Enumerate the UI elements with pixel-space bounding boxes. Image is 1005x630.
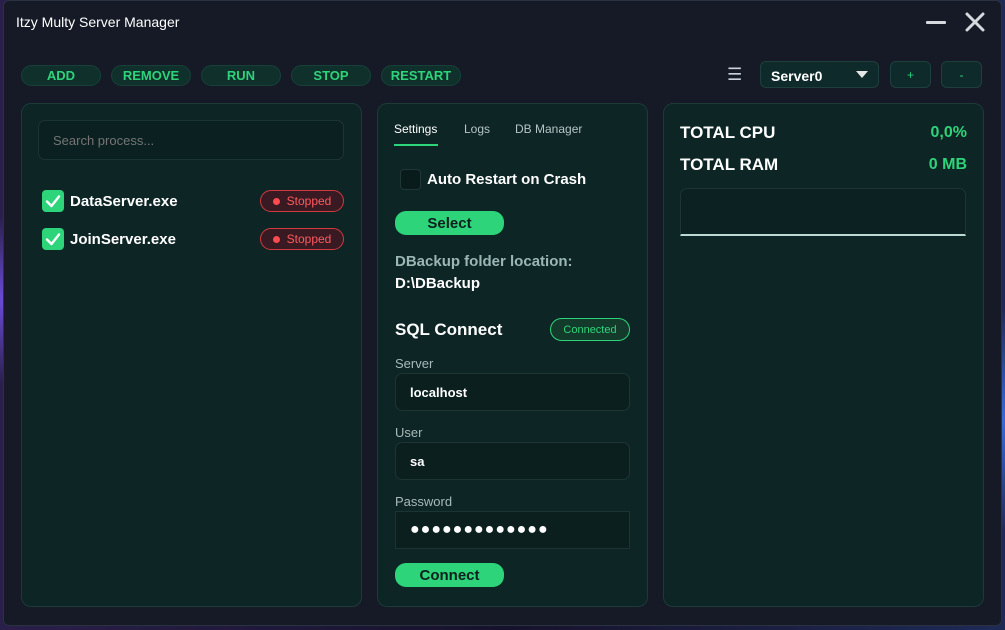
process-item: JoinServer.exe Stopped [42, 228, 348, 252]
user-field-label: User [395, 425, 423, 440]
password-field[interactable] [395, 511, 630, 549]
status-text: Stopped [286, 232, 332, 246]
dbackup-label: DBackup folder location: [395, 253, 573, 270]
server-select-value: Server0 [771, 68, 823, 84]
check-icon [45, 233, 61, 246]
window-title: Itzy Multy Server Manager [16, 14, 180, 30]
remove-server-button[interactable]: - [941, 61, 982, 88]
password-field-label: Password [395, 494, 453, 509]
process-checkbox[interactable] [42, 228, 64, 250]
status-dot-icon [272, 197, 280, 205]
auto-restart-label: Auto Restart on Crash [427, 171, 587, 188]
active-tab-indicator [394, 144, 438, 146]
process-checkbox[interactable] [42, 190, 64, 212]
menu-icon[interactable]: ☰ [727, 66, 743, 83]
check-icon [45, 195, 61, 208]
process-name: DataServer.exe [70, 193, 178, 210]
tab-db-manager[interactable]: DB Manager [515, 122, 582, 136]
select-button[interactable]: Select [395, 211, 504, 235]
stats-panel: TOTAL CPU 0,0% TOTAL RAM 0 MB [663, 103, 984, 607]
run-button[interactable]: RUN [201, 65, 281, 86]
remove-button[interactable]: REMOVE [111, 65, 191, 86]
ram-value: 0 MB [928, 156, 967, 173]
search-input[interactable] [38, 120, 344, 160]
sql-connect-title: SQL Connect [395, 320, 503, 339]
close-icon[interactable] [962, 9, 988, 35]
chevron-down-icon [856, 71, 868, 78]
app-window: Itzy Multy Server Manager ADD REMOVE RUN… [3, 0, 1002, 626]
process-panel: DataServer.exe Stopped JoinServer.exe St… [21, 103, 362, 607]
dbackup-value: D:\DBackup [395, 275, 481, 292]
add-server-button[interactable]: + [890, 61, 931, 88]
restart-button[interactable]: RESTART [381, 65, 461, 86]
cpu-label: TOTAL CPU [680, 123, 776, 142]
ram-label: TOTAL RAM [680, 155, 779, 174]
settings-panel: Settings Logs DB Manager Auto Restart on… [377, 103, 648, 607]
add-button[interactable]: ADD [21, 65, 101, 86]
user-field[interactable] [395, 442, 630, 480]
process-item: DataServer.exe Stopped [42, 190, 348, 214]
server-select[interactable]: Server0 [760, 61, 879, 88]
usage-graph [680, 188, 966, 236]
server-field-label: Server [395, 356, 434, 371]
tab-settings[interactable]: Settings [394, 122, 437, 136]
stop-button[interactable]: STOP [291, 65, 371, 86]
status-badge: Stopped [260, 228, 344, 250]
connection-status-badge: Connected [550, 318, 630, 341]
minimize-icon[interactable] [926, 13, 946, 33]
process-name: JoinServer.exe [70, 231, 176, 248]
tab-logs[interactable]: Logs [464, 122, 490, 136]
connect-button[interactable]: Connect [395, 563, 504, 587]
server-field[interactable] [395, 373, 630, 411]
status-badge: Stopped [260, 190, 344, 212]
cpu-value: 0,0% [930, 124, 967, 141]
status-dot-icon [272, 235, 280, 243]
status-text: Stopped [286, 194, 332, 208]
auto-restart-checkbox[interactable] [400, 169, 421, 190]
